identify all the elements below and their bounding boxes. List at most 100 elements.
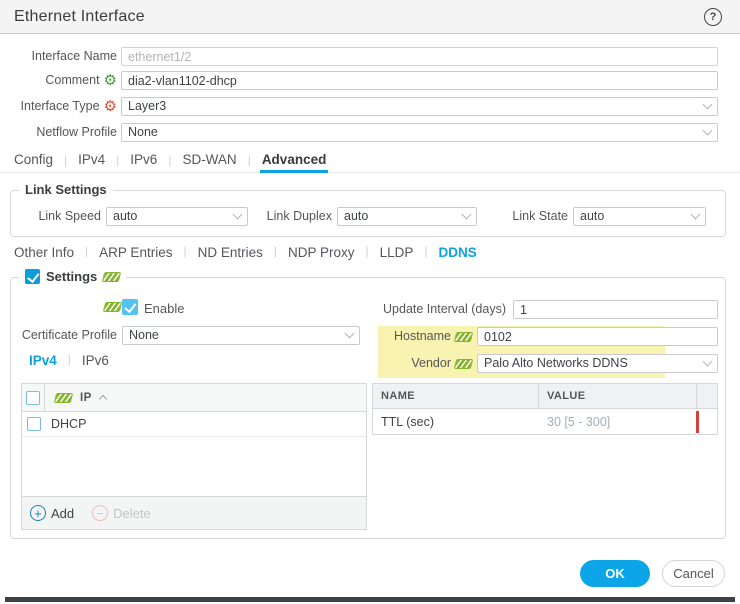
- ip-table-footer: + Add − Delete: [22, 496, 366, 529]
- vendor-label-wrap: Vendor: [331, 354, 474, 373]
- comment-label-wrap: Comment ⚙: [0, 71, 117, 90]
- ip-table-header: IP: [22, 384, 366, 412]
- tab-ipv6[interactable]: IPv6: [130, 150, 157, 172]
- row-checkbox[interactable]: [26, 417, 41, 431]
- delete-button-label: Delete: [113, 505, 151, 521]
- ip-column-header[interactable]: IP: [45, 384, 107, 411]
- chevron-down-icon: [702, 356, 713, 367]
- select-all-checkbox[interactable]: [26, 390, 40, 405]
- update-interval-label: Update Interval (days): [383, 302, 506, 316]
- link-speed-value: auto: [113, 209, 138, 223]
- link-speed-label: Link Speed: [38, 209, 101, 223]
- link-speed-select[interactable]: auto: [106, 207, 248, 226]
- tab-separator: |: [247, 152, 251, 167]
- hostname-label: Hostname: [394, 329, 451, 343]
- plus-circle-icon: +: [30, 505, 46, 521]
- netflow-profile-label: Netflow Profile: [36, 125, 117, 139]
- netflow-profile-select[interactable]: None: [121, 123, 718, 142]
- name-column-header[interactable]: NAME: [373, 384, 539, 408]
- comment-override-gear-icon[interactable]: ⚙: [104, 73, 117, 88]
- advanced-subtabbar: Other Info | ARP Entries | ND Entries | …: [14, 243, 477, 261]
- certificate-profile-select[interactable]: None: [122, 326, 360, 345]
- certificate-profile-label-wrap: Certificate Profile: [11, 326, 117, 345]
- subtab-separator: |: [365, 243, 369, 258]
- interface-type-label-wrap: Interface Type ⚙: [0, 97, 117, 116]
- tab-separator: |: [116, 152, 120, 167]
- tab-advanced[interactable]: Advanced: [259, 150, 328, 173]
- settings-checkbox[interactable]: [25, 269, 40, 284]
- link-state-select[interactable]: auto: [573, 207, 706, 226]
- value-column-label: VALUE: [547, 390, 586, 402]
- subtab-other-info[interactable]: Other Info: [14, 245, 74, 260]
- vendor-config-table-header: NAME VALUE: [373, 384, 717, 409]
- tab-ipv4[interactable]: IPv4: [78, 150, 105, 172]
- link-settings-legend-text: Link Settings: [25, 182, 107, 197]
- link-state-label: Link State: [512, 209, 568, 223]
- settings-override-icon: [102, 271, 122, 282]
- subtab-separator: |: [273, 243, 277, 258]
- tab-config[interactable]: Config: [14, 150, 53, 172]
- tab-separator: |: [168, 152, 172, 167]
- subtab-arp-entries[interactable]: ARP Entries: [99, 245, 172, 260]
- sort-ascending-icon: [98, 394, 107, 404]
- comment-input[interactable]: [121, 71, 718, 90]
- subtab-lldp[interactable]: LLDP: [380, 245, 414, 260]
- ttl-value-cell[interactable]: 30 [5 - 300]: [539, 415, 697, 429]
- certificate-profile-label: Certificate Profile: [21, 328, 117, 342]
- value-column-header[interactable]: VALUE: [539, 384, 697, 408]
- certificate-profile-value: None: [129, 328, 159, 342]
- chevron-down-icon: [232, 209, 243, 220]
- subtab-ddns[interactable]: DDNS: [439, 245, 477, 260]
- interface-type-select[interactable]: Layer3: [121, 97, 718, 116]
- page-bottom-edge: [5, 597, 735, 602]
- hostname-input[interactable]: [477, 327, 718, 346]
- minus-circle-icon: −: [92, 505, 109, 521]
- tab-separator: |: [64, 152, 68, 167]
- vendor-value: Palo Alto Networks DDNS: [484, 356, 628, 370]
- update-interval-label-wrap: Update Interval (days): [266, 300, 506, 319]
- required-field-indicator: [696, 411, 699, 433]
- vendor-config-table: NAME VALUE TTL (sec) 30 [5 - 300]: [372, 383, 718, 435]
- ip-column-label: IP: [80, 391, 92, 404]
- delete-button[interactable]: − Delete: [92, 505, 151, 521]
- link-duplex-value: auto: [344, 209, 369, 223]
- vendor-label: Vendor: [411, 356, 451, 370]
- update-interval-input[interactable]: [513, 300, 718, 319]
- interface-name-label-wrap: Interface Name: [0, 47, 117, 66]
- interface-name-input[interactable]: [121, 47, 718, 66]
- link-settings-legend: Link Settings: [19, 182, 113, 197]
- link-speed-label-wrap: Link Speed: [11, 207, 101, 226]
- ip-column-override-icon: [53, 392, 74, 403]
- comment-label: Comment: [45, 73, 100, 87]
- ip-cell-value: DHCP: [51, 417, 87, 431]
- netflow-profile-value: None: [128, 125, 158, 139]
- link-duplex-select[interactable]: auto: [337, 207, 477, 226]
- table-row[interactable]: TTL (sec) 30 [5 - 300]: [373, 409, 717, 435]
- ip-table-empty-area: [22, 437, 366, 496]
- enable-checkbox[interactable]: [122, 299, 138, 315]
- subtab-nd-entries[interactable]: ND Entries: [198, 245, 263, 260]
- chevron-down-icon: [461, 209, 472, 220]
- ddns-settings-legend: Settings: [19, 269, 127, 284]
- tab-sdwan[interactable]: SD-WAN: [182, 150, 236, 172]
- hostname-label-wrap: Hostname: [331, 327, 474, 346]
- name-column-label: NAME: [381, 390, 415, 402]
- table-row[interactable]: DHCP: [22, 412, 366, 437]
- link-duplex-label-wrap: Link Duplex: [251, 207, 332, 226]
- vendor-override-icon: [453, 358, 474, 369]
- add-button[interactable]: + Add: [30, 505, 74, 521]
- iptab-ipv6[interactable]: IPv6: [82, 353, 109, 368]
- enable-label: Enable: [144, 301, 185, 316]
- link-settings-panel: Link Settings Link Speed auto Link Duple…: [10, 182, 726, 237]
- add-button-label: Add: [51, 505, 75, 521]
- row-checkbox-cell: [22, 417, 45, 431]
- chevron-down-icon: [690, 209, 701, 220]
- iptab-ipv4[interactable]: IPv4: [29, 353, 57, 368]
- interface-name-label: Interface Name: [31, 49, 117, 63]
- cancel-button[interactable]: Cancel: [662, 560, 725, 587]
- help-icon[interactable]: ?: [704, 8, 722, 26]
- vendor-select[interactable]: Palo Alto Networks DDNS: [477, 354, 718, 373]
- interface-type-override-gear-icon[interactable]: ⚙: [104, 99, 117, 114]
- subtab-ndp-proxy[interactable]: NDP Proxy: [288, 245, 355, 260]
- ok-button[interactable]: OK: [580, 560, 650, 587]
